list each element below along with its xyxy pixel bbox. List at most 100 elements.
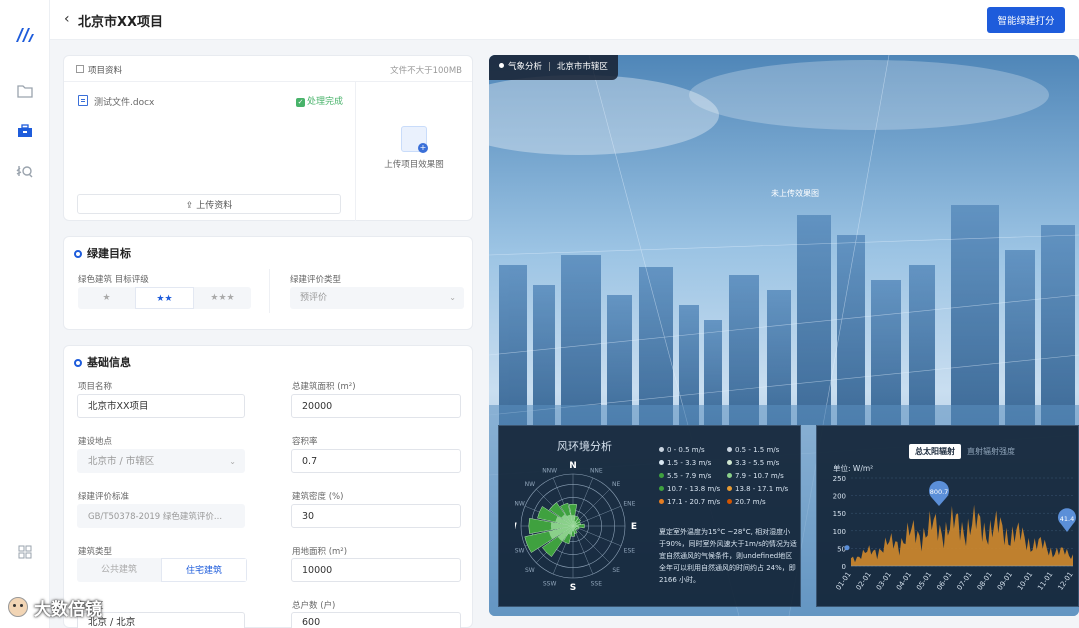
divider — [355, 82, 356, 221]
legend-item: 1.5 - 3.3 m/s — [659, 459, 727, 472]
page-title: 北京市XX项目 — [78, 15, 164, 30]
legend-label: 0.5 - 1.5 m/s — [735, 446, 780, 454]
chevron-left-icon[interactable]: ‹ — [64, 11, 70, 27]
peak-label: 800.7 — [930, 488, 949, 496]
legend-swatch — [659, 486, 664, 491]
smart-score-button[interactable]: 智能绿建打分 — [987, 7, 1065, 33]
eval-type-label: 绿建评价类型 — [290, 275, 342, 285]
x-tick-label: 03-01 — [875, 571, 893, 592]
upload-files-button[interactable]: ⇪ 上传资料 — [77, 194, 341, 214]
tab-direct-radiation[interactable]: 直射辐射强度 — [961, 444, 1021, 459]
nav-briefcase[interactable] — [16, 122, 34, 140]
climate-tag: 气象分析 | 北京市市辖区 — [489, 55, 618, 80]
check-icon: ✓ — [296, 98, 305, 107]
document-icon — [76, 65, 84, 73]
standard-label: 绿建评价标准 — [78, 492, 130, 502]
watermark-text: 大数倍镜 — [34, 599, 102, 620]
eval-type-select[interactable]: 预评价 ⌄ — [290, 287, 464, 309]
rose-direction-label: SSE — [591, 580, 603, 587]
nav-apps[interactable] — [16, 543, 34, 561]
plot-ratio-input[interactable]: 0.7 — [291, 449, 461, 473]
left-rail — [0, 0, 50, 628]
y-tick-label: 150 — [833, 510, 846, 518]
climate-select[interactable]: 北京 / 北京 — [77, 612, 245, 628]
location-label: 建设地点 — [78, 437, 113, 447]
legend-swatch — [659, 473, 664, 478]
total-area-input[interactable]: 20000 — [291, 394, 461, 418]
green-goal-title: 绿建目标 — [74, 245, 131, 261]
tag-dot-icon — [499, 63, 504, 68]
density-input[interactable]: 30 — [291, 504, 461, 528]
legend-item: 7.9 - 10.7 m/s — [727, 472, 795, 485]
standard-value: GB/T50378-2019 绿色建筑评价... — [88, 512, 223, 522]
end-marker: 41.4 — [1058, 508, 1076, 532]
households-input[interactable]: 600 — [291, 612, 461, 628]
watermark: 大数倍镜 — [8, 594, 102, 620]
standard-select[interactable]: GB/T50378-2019 绿色建筑评价... — [77, 504, 245, 528]
project-files-title: 项目资料 — [88, 66, 123, 76]
building-type-residential[interactable]: 住宅建筑 — [161, 558, 247, 582]
peak-marker: 800.7 — [929, 480, 949, 506]
project-name-input[interactable]: 北京市XX项目 — [77, 394, 245, 418]
x-tick-label: 07-01 — [956, 571, 974, 592]
rose-direction-label: S — [570, 583, 576, 593]
land-area-label: 用地面积 (m²) — [292, 547, 348, 557]
legend-label: 5.5 - 7.9 m/s — [667, 472, 712, 480]
upload-rendering[interactable]: 上传项目效果图 — [364, 126, 464, 170]
legend-label: 7.9 - 10.7 m/s — [735, 472, 784, 480]
region-tag-label: 北京市市辖区 — [556, 62, 608, 72]
legend-swatch — [727, 486, 732, 491]
file-row[interactable]: 测试文件.docx ✓ 处理完成 — [78, 94, 343, 108]
star-option-3[interactable]: ★★★ — [194, 287, 251, 309]
x-tick-label: 09-01 — [996, 571, 1014, 592]
legend-label: 17.1 - 20.7 m/s — [667, 498, 721, 506]
land-area-input[interactable]: 10000 — [291, 558, 461, 582]
x-tick-label: 01-01 — [834, 571, 852, 592]
rose-direction-label: WSW — [515, 547, 525, 554]
legend-item: 17.1 - 20.7 m/s — [659, 498, 727, 511]
green-goal-title-text: 绿建目标 — [87, 247, 131, 260]
location-select[interactable]: 北京市 / 市辖区 ⌄ — [77, 449, 245, 473]
solar-area — [851, 504, 1073, 566]
green-goal-card: 绿建目标 绿色建筑 目标评级 ★ ★★ ★★★ 绿建评价类型 预评价 ⌄ — [63, 236, 473, 330]
legend-swatch — [727, 473, 732, 478]
nav-folder[interactable] — [16, 82, 34, 100]
legend-label: 0 - 0.5 m/s — [667, 446, 705, 454]
rose-direction-label: ESE — [624, 547, 636, 554]
x-tick-label: 08-01 — [976, 571, 994, 592]
legend-label: 10.7 - 13.8 m/s — [667, 485, 721, 493]
star-option-1[interactable]: ★ — [78, 287, 135, 309]
climate-analysis-panel: 气象分析 | 北京市市辖区 未上传效果图 风环境分析 N NNE NE ENE E ESE SE… — [489, 55, 1079, 616]
file-size-hint: 文件不大于100MB — [390, 66, 462, 76]
rose-direction-label: SW — [525, 567, 535, 574]
building-type-public[interactable]: 公共建筑 — [77, 558, 161, 582]
y-tick-label: 250 — [833, 475, 846, 483]
y-tick-label: 0 — [842, 563, 846, 571]
star-option-2[interactable]: ★★ — [135, 287, 194, 309]
wind-description: 夏定室外温度为15°C ~28°C, 相对湿度小于90%，同时室外风速大于1m/… — [659, 528, 797, 584]
legend-item: 0 - 0.5 m/s — [659, 446, 727, 459]
legend-swatch — [727, 499, 732, 504]
x-tick-label: 05-01 — [915, 571, 933, 592]
tab-total-radiation[interactable]: 总太阳辐射 — [909, 444, 961, 459]
total-area-label: 总建筑面积 (m²) — [292, 382, 356, 392]
climate-tag-label: 气象分析 — [508, 62, 543, 72]
star-rating-selector: ★ ★★ ★★★ — [78, 287, 251, 309]
x-tick-label: 11-01 — [1036, 571, 1054, 592]
legend-row: 10.7 - 13.8 m/s 13.8 - 17.1 m/s — [659, 485, 799, 498]
solar-radiation-panel: 总太阳辐射 直射辐射强度 单位: W/m² 0 50 100 150 200 250 01-… — [816, 425, 1079, 607]
plot-ratio-label: 容积率 — [292, 437, 318, 447]
upload-files-label: 上传资料 — [196, 200, 233, 211]
nav-knowledge[interactable] — [16, 162, 34, 180]
image-upload-icon — [401, 126, 428, 153]
legend-row: 0 - 0.5 m/s 0.5 - 1.5 m/s — [659, 446, 799, 459]
legend-label: 20.7 m/s — [735, 498, 766, 506]
section-dot-icon — [74, 250, 82, 258]
building-type-selector: 公共建筑 住宅建筑 — [77, 558, 247, 582]
logo — [16, 28, 34, 42]
knowledge-icon — [16, 166, 33, 178]
section-dot-icon — [74, 359, 82, 367]
watermark-avatar — [8, 597, 28, 617]
x-tick-label: 02-01 — [855, 571, 873, 592]
y-tick-label: 200 — [833, 493, 846, 501]
